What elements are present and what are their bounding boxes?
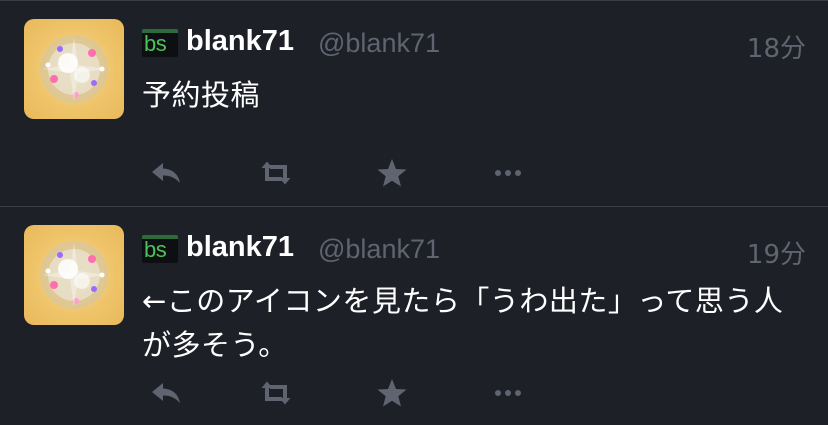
tweet[interactable]: bs blank71 @blank71 19分 ←このアイコンを見たら「うわ出た…	[0, 207, 828, 425]
more-button[interactable]	[490, 155, 526, 191]
timeline: bs blank71 @blank71 18分 予約投稿 bs blank71 …	[0, 0, 828, 425]
star-icon	[377, 379, 407, 407]
retweet-icon	[261, 381, 291, 405]
avatar[interactable]	[24, 19, 124, 119]
client-badge-label: bs	[144, 31, 167, 56]
favorite-button[interactable]	[374, 375, 410, 411]
reply-icon	[152, 163, 180, 183]
reply-icon	[152, 383, 180, 403]
tweet-header: bs blank71 @blank71 18分	[142, 23, 806, 65]
tweet-actions	[148, 155, 528, 191]
reply-button[interactable]	[148, 375, 184, 411]
tweet-actions	[148, 375, 528, 411]
screen-name[interactable]: @blank71	[318, 234, 440, 265]
screen-name[interactable]: @blank71	[318, 28, 440, 59]
display-name[interactable]: blank71	[186, 231, 294, 264]
display-name[interactable]: blank71	[186, 25, 294, 58]
favorite-button[interactable]	[374, 155, 410, 191]
retweet-button[interactable]	[258, 375, 294, 411]
tweet-text: 予約投稿	[142, 78, 261, 112]
retweet-button[interactable]	[258, 155, 294, 191]
timestamp[interactable]: 18分	[747, 28, 806, 65]
more-button[interactable]	[490, 375, 526, 411]
more-icon	[495, 390, 521, 396]
reply-button[interactable]	[148, 155, 184, 191]
tweet[interactable]: bs blank71 @blank71 18分 予約投稿	[0, 1, 828, 207]
client-badge-label: bs	[144, 237, 167, 262]
retweet-icon	[261, 161, 291, 185]
client-badge: bs	[142, 235, 178, 263]
star-icon	[377, 159, 407, 187]
client-badge: bs	[142, 29, 178, 57]
tweet-header: bs blank71 @blank71 19分	[142, 229, 806, 271]
more-icon	[495, 170, 521, 176]
tweet-text: ←このアイコンを見たら「うわ出た」って思う人が多そう。	[142, 284, 784, 362]
timestamp[interactable]: 19分	[747, 234, 806, 271]
avatar[interactable]	[24, 225, 124, 325]
